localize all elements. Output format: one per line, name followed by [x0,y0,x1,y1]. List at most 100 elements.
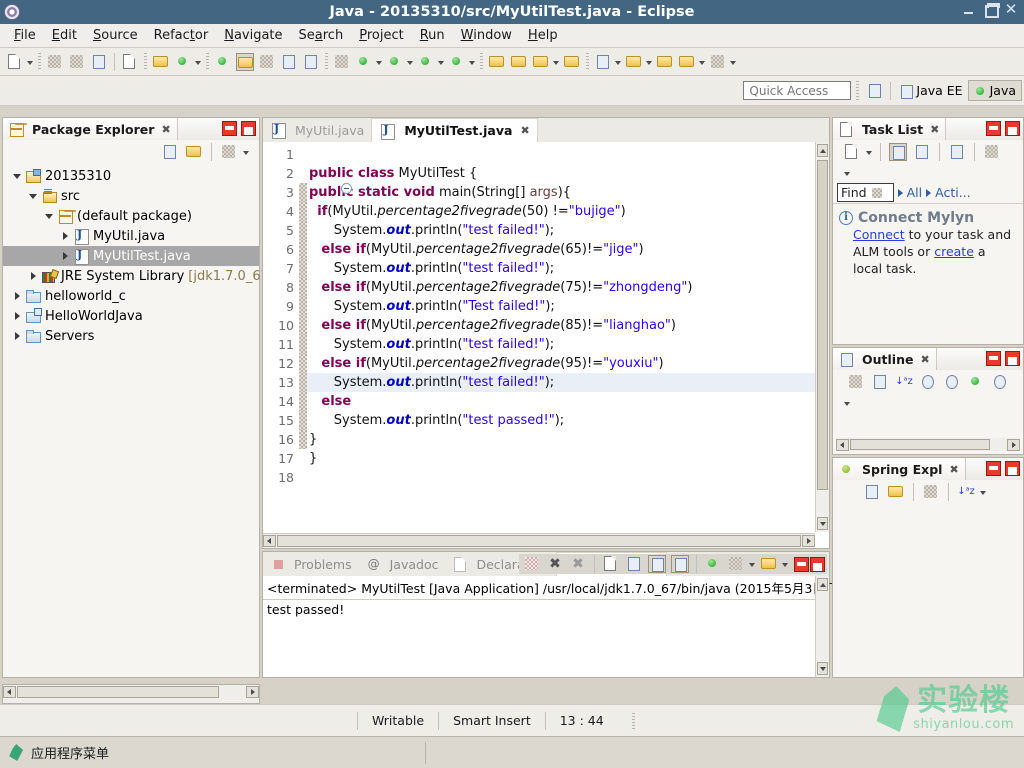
quick-access-input[interactable] [743,81,852,100]
close-icon[interactable]: ✖ [930,123,939,136]
new-annotation-icon[interactable] [174,53,192,71]
open-type-icon[interactable] [214,53,232,71]
close-icon[interactable]: ✖ [920,353,929,366]
next-arrow[interactable] [614,53,623,71]
open-folder-icon[interactable] [510,53,528,71]
expand-twisty-icon[interactable] [27,269,41,283]
tree-item-default-package[interactable]: (default package) [3,206,259,226]
new-task-arrow[interactable] [865,143,874,161]
expand-twisty-icon[interactable] [11,169,25,183]
collapse-all-icon[interactable] [161,143,179,161]
scheduled-presentation-icon[interactable] [913,143,931,161]
scroll-thumb[interactable] [817,160,828,490]
expand-twisty-icon[interactable] [11,329,25,343]
expand-twisty-icon[interactable] [43,209,57,223]
collapse-all-icon[interactable] [871,373,889,391]
new-wizard-icon[interactable] [6,53,24,71]
skip-breakpoints-icon[interactable] [333,53,351,71]
tree-item-myutiltest-java[interactable]: MyUtilTest.java [3,246,259,266]
expand-twisty-icon[interactable] [11,289,25,303]
perspective-java[interactable]: Java [967,80,1022,101]
menu-help[interactable]: Help [520,26,566,45]
menu-navigate[interactable]: Navigate [216,26,290,45]
create-link[interactable]: create [934,244,974,259]
maximize-icon[interactable] [1005,461,1020,476]
view-menu-arrow[interactable] [843,394,852,412]
categorized-presentation-icon[interactable] [889,143,907,161]
scroll-right-icon[interactable] [802,535,815,547]
menu-window[interactable]: Window [453,26,520,45]
package-explorer-tab[interactable]: Package Explorer ✖ [3,118,178,140]
open-task-icon[interactable] [280,53,298,71]
new-perspective-icon[interactable] [866,82,884,100]
maximize-icon[interactable] [1005,121,1020,136]
tree-item-src[interactable]: src [3,186,259,206]
perspective-java-ee[interactable]: Java EE [895,81,967,100]
scroll-thumb[interactable] [277,535,801,547]
debug-arrow[interactable] [375,53,384,71]
tree-item-servers[interactable]: Servers [3,326,259,346]
app-menu-icon[interactable] [9,744,23,761]
close-icon[interactable]: ✕ [1004,2,1018,17]
scroll-left-icon[interactable] [836,439,849,451]
menu-project[interactable]: Project [351,26,412,45]
minimize-icon[interactable] [986,351,1001,366]
new-dropdown-arrow[interactable] [26,53,35,71]
hide-fields-icon[interactable] [919,373,937,391]
task-list-tab[interactable]: Task List ✖ [833,118,947,140]
code-folding-icon[interactable] [341,183,352,194]
focus-on-workweek-icon[interactable] [948,143,966,161]
tree-item-helloworldjava[interactable]: HelloWorldJava [3,306,259,326]
sort-icon[interactable]: ↓ᵃz [957,483,975,501]
view-menu-arrow[interactable] [843,164,852,182]
scroll-lock-icon[interactable] [625,555,643,573]
menu-refactor[interactable]: Refactor [146,26,217,45]
hide-static-icon[interactable] [943,373,961,391]
filter-icon[interactable] [922,483,940,501]
maximize-icon[interactable] [241,121,256,136]
maximize-icon[interactable] [983,3,1000,18]
save-icon[interactable] [46,53,64,71]
collapse-all-icon[interactable] [863,483,881,501]
previous-annotation-icon[interactable] [625,53,643,71]
menu-edit[interactable]: Edit [44,26,85,45]
scroll-left-icon[interactable] [3,686,16,698]
maximize-icon[interactable] [810,556,825,572]
view-menu-arrow[interactable] [242,143,251,161]
run-external-icon[interactable] [417,53,435,71]
find-icon[interactable] [870,185,886,201]
close-icon[interactable]: ✖ [949,463,958,476]
minimize-icon[interactable] [986,121,1001,136]
new-java-class-icon[interactable] [121,53,139,71]
close-icon[interactable]: ✖ [161,123,170,136]
hide-nonpublic-icon[interactable] [967,373,985,391]
editor-hscrollbar[interactable] [263,533,815,548]
folding-gutter[interactable] [299,142,307,548]
console-output-area[interactable]: <terminated> MyUtilTest [Java Applicatio… [263,576,907,662]
editor-tab-myutiltest[interactable]: MyUtilTest.java ✖ [371,118,538,142]
scroll-thumb[interactable] [850,439,990,450]
code-content[interactable]: public class MyUtilTest { public static … [307,142,829,548]
scroll-left-icon[interactable] [263,535,276,547]
scroll-up-icon[interactable] [817,578,828,591]
menu-source[interactable]: Source [85,26,146,45]
open-project-icon[interactable] [563,53,581,71]
scroll-down-icon[interactable] [817,517,828,530]
back-icon[interactable] [656,53,674,71]
link-arrow[interactable] [552,53,561,71]
pin-editor-icon[interactable] [709,53,727,71]
run-arrow[interactable] [406,53,415,71]
toggle-markoccurrences-icon[interactable] [236,52,254,71]
forward-arrow[interactable] [698,53,707,71]
expand-twisty-icon[interactable] [11,309,25,323]
save-all-icon[interactable] [68,53,86,71]
new-package-icon[interactable] [152,53,170,71]
link-with-editor-icon[interactable] [887,483,905,501]
pin-arrow[interactable] [729,53,738,71]
display-selected-console-icon[interactable] [704,555,722,573]
scroll-right-icon[interactable] [246,686,259,698]
expand-twisty-icon[interactable] [27,189,41,203]
filter-all[interactable]: All [907,185,923,200]
remove-launch-icon[interactable]: ✖ [546,555,564,573]
last-edit-location-icon[interactable] [302,53,320,71]
